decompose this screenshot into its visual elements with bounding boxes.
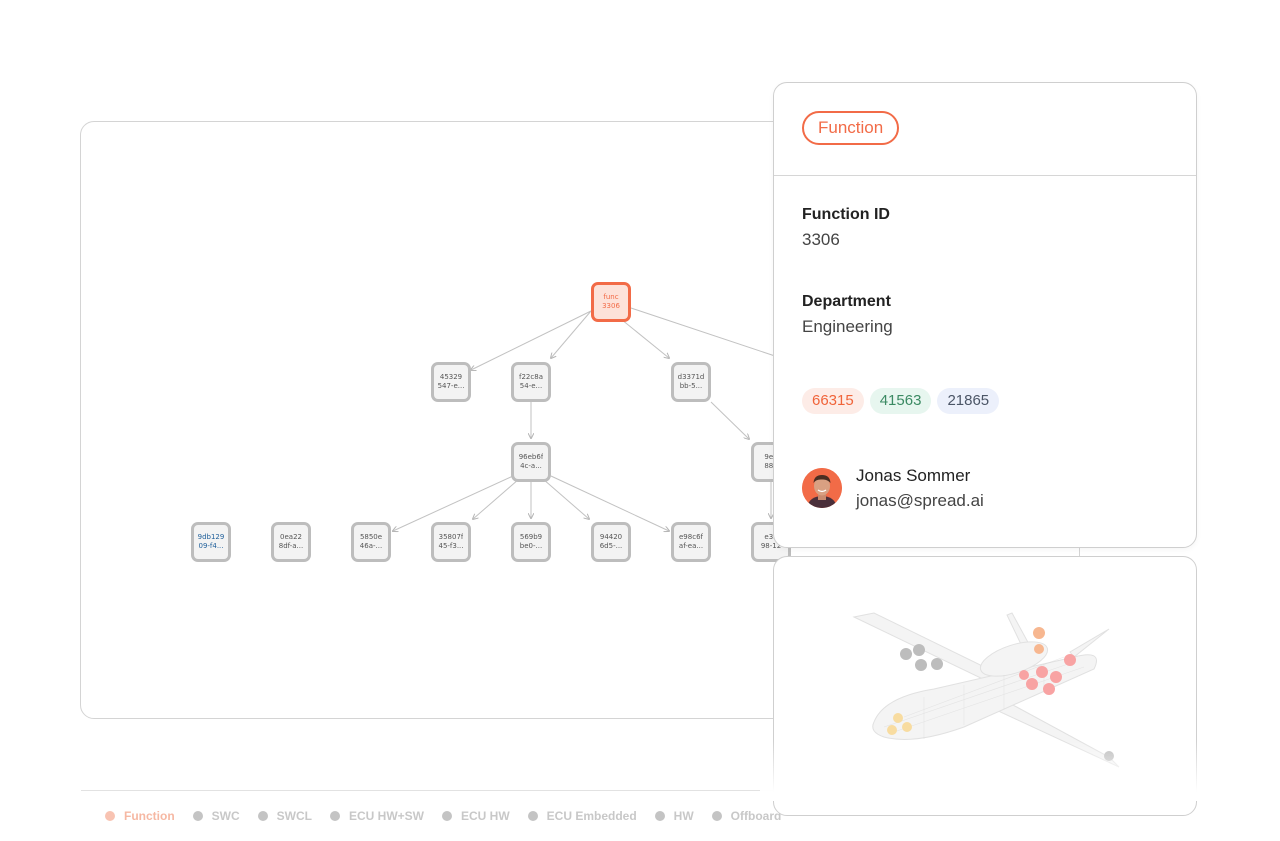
user-email[interactable]: jonas@spread.ai [856, 488, 984, 513]
avatar [802, 468, 842, 508]
node-sublabel: 09-f4... [198, 542, 224, 550]
node-label: 94420 [599, 533, 623, 541]
node-label: 5850e [359, 533, 383, 541]
detail-card: Function Function ID 3306 Department Eng… [773, 82, 1197, 548]
user-info: Jonas Sommer jonas@spread.ai [802, 463, 984, 513]
node-sublabel: 46a-... [359, 542, 383, 550]
graph-node[interactable]: f22c8a 54-e... [511, 362, 551, 402]
legend-label: ECU Embedded [546, 809, 637, 823]
legend-dot-icon [257, 811, 268, 821]
node-sublabel: 4c-a... [520, 462, 542, 470]
graph-node[interactable]: d3371d bb-5... [671, 362, 711, 402]
node-sublabel: 54-e... [519, 382, 543, 390]
type-badge[interactable]: Function [802, 111, 900, 145]
node-label: e98c6f [679, 533, 703, 541]
legend-dot-icon [711, 811, 722, 821]
legend-label: HW [673, 809, 694, 823]
graph-node[interactable]: 96eb6f 4c-a... [511, 442, 551, 482]
function-id-value: 3306 [802, 230, 840, 249]
legend-dot-icon [654, 811, 665, 821]
tag-list: 66315 41563 21865 [802, 388, 1000, 414]
node-label: f22c8a [519, 373, 543, 381]
graph-node[interactable]: 9db129 09-f4... [191, 522, 231, 562]
node-sublabel: be0-... [519, 542, 543, 550]
tag[interactable]: 66315 [802, 388, 864, 414]
node-sublabel: 3306 [602, 302, 620, 310]
legend-item[interactable]: SWC [192, 809, 240, 823]
node-label: 9db129 [197, 533, 225, 541]
node-sublabel: 8df-a... [278, 542, 304, 550]
legend-label: SWCL [276, 809, 312, 823]
legend-item[interactable]: HW [654, 809, 694, 823]
department-label: Department [802, 293, 891, 310]
node-sublabel: 6d5-... [599, 542, 623, 550]
tag[interactable]: 21865 [937, 388, 1000, 414]
graph-node[interactable]: 569b9 be0-... [511, 522, 551, 562]
node-label: d3371d [677, 373, 705, 381]
node-label: func [603, 293, 619, 301]
legend-dot-icon [527, 811, 538, 821]
detail-card-header: Function [774, 83, 1196, 176]
legend-dot-icon [329, 811, 340, 821]
graph-node[interactable]: e98c6f af-ea... [671, 522, 711, 562]
bottom-fade [760, 740, 1220, 801]
node-label: 0ea22 [280, 533, 302, 541]
graph-node[interactable]: 5850e 46a-... [351, 522, 391, 562]
node-sublabel: af-ea... [678, 542, 704, 550]
legend-item[interactable]: ECU HW [441, 809, 510, 823]
user-name: Jonas Sommer [856, 466, 971, 485]
legend-item[interactable]: ECU HW+SW [329, 809, 424, 823]
tag[interactable]: 41563 [869, 388, 932, 414]
node-sublabel: 547-e... [437, 382, 465, 390]
legend-item[interactable]: Offboard [711, 809, 782, 823]
department-value: Engineering [802, 317, 893, 336]
graph-node[interactable]: 45329 547-e... [431, 362, 471, 402]
graph-node[interactable]: 35807f 45-f3... [431, 522, 471, 562]
node-label: 35807f [438, 533, 464, 541]
function-node[interactable]: func 3306 [591, 282, 631, 322]
node-sublabel: 45-f3... [438, 542, 464, 550]
legend-label: Function [124, 809, 175, 823]
legend-label: ECU HW [460, 809, 510, 823]
node-label: 569b9 [519, 533, 543, 541]
node-label: 96eb6f [518, 453, 544, 461]
node-label: 45329 [439, 373, 463, 381]
function-id-label: Function ID [802, 206, 890, 223]
legend-item[interactable]: SWCL [257, 809, 312, 823]
legend-dot-icon [441, 811, 452, 821]
legend-item[interactable]: ECU Embedded [527, 809, 637, 823]
legend-item[interactable]: Function [105, 809, 175, 823]
graph-node[interactable]: 0ea22 8df-a... [271, 522, 311, 562]
legend-dot-icon [105, 811, 115, 821]
node-sublabel: bb-5... [679, 382, 703, 390]
graph-node[interactable]: 94420 6d5-... [591, 522, 631, 562]
legend-label: ECU HW+SW [348, 809, 424, 823]
legend-label: SWC [211, 809, 240, 823]
legend-dot-icon [192, 811, 203, 821]
legend-label: Offboard [730, 809, 782, 823]
